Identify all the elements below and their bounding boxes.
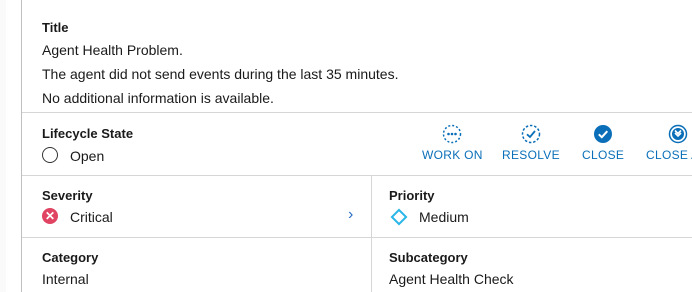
left-margin bbox=[0, 0, 6, 292]
close-all-circle-icon bbox=[668, 124, 688, 144]
category-label: Category bbox=[42, 250, 99, 265]
title-label: Title bbox=[42, 20, 69, 35]
work-on-label: WORK ON bbox=[422, 148, 483, 162]
title-text: Agent Health Problem. The agent did not … bbox=[42, 38, 398, 110]
divider bbox=[22, 175, 692, 176]
divider bbox=[22, 237, 692, 238]
lifecycle-value: Open bbox=[70, 148, 105, 164]
radio-open-icon[interactable] bbox=[42, 147, 58, 163]
subcategory-value: Agent Health Check bbox=[389, 271, 514, 287]
title-line: The agent did not send events during the… bbox=[42, 66, 399, 82]
title-line: No additional information is available. bbox=[42, 90, 274, 106]
event-details-panel: Title Agent Health Problem. The agent di… bbox=[22, 0, 692, 292]
severity-label: Severity bbox=[42, 188, 93, 203]
priority-value: Medium bbox=[419, 209, 469, 225]
close-button[interactable]: CLOSE bbox=[582, 124, 624, 162]
close-all-label: CLOSE A bbox=[646, 148, 692, 162]
diamond-icon bbox=[390, 208, 408, 226]
priority-label: Priority bbox=[389, 188, 435, 203]
check-filled-circle-icon bbox=[594, 125, 613, 143]
work-on-button[interactable]: WORK ON bbox=[422, 124, 483, 162]
resolve-label: RESOLVE bbox=[502, 148, 560, 162]
subcategory-label: Subcategory bbox=[389, 250, 468, 265]
column-divider bbox=[371, 175, 372, 292]
ellipsis-circle-icon bbox=[443, 124, 462, 144]
resolve-button[interactable]: RESOLVE bbox=[502, 124, 560, 162]
title-line: Agent Health Problem. bbox=[42, 42, 183, 58]
severity-value: Critical bbox=[70, 209, 113, 225]
chevron-right-icon[interactable]: › bbox=[348, 206, 353, 224]
close-label: CLOSE bbox=[582, 148, 625, 162]
category-value: Internal bbox=[42, 271, 89, 287]
check-dashed-circle-icon bbox=[521, 124, 541, 144]
critical-x-icon: ✕ bbox=[42, 208, 58, 224]
divider bbox=[22, 112, 692, 113]
close-all-button[interactable]: CLOSE A bbox=[646, 124, 692, 162]
lifecycle-label: Lifecycle State bbox=[42, 126, 134, 141]
